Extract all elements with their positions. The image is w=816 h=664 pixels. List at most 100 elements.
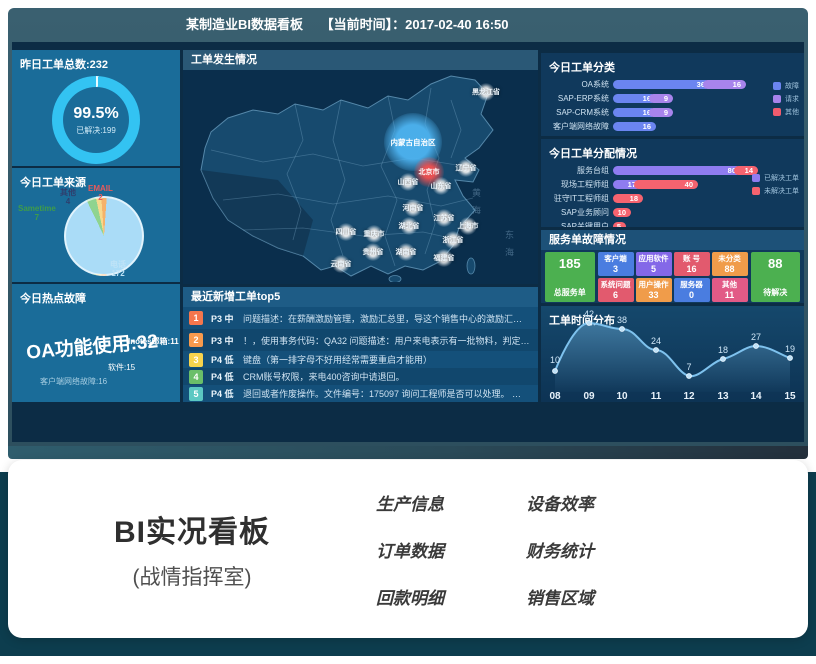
time-line-chart: 10 42 38 24 7 18 27 19 08 09 10 11 12 13… [543, 306, 802, 400]
dashboard-body: 昨日工单总数:232 99.5% 已解决:199 今日工单来源 EMAIL2 其… [12, 42, 804, 442]
svg-text:42: 42 [584, 309, 594, 319]
map-point[interactable]: 云南省 [328, 251, 354, 277]
bar-segment: 10 [613, 208, 631, 217]
card-menu: 生产信息 设备效率 订单数据 财务统计 回款明细 销售区域 [376, 490, 676, 609]
ticket-row[interactable]: 4 P4 低 CRM账号权限，来电400咨询中请退回。 [183, 368, 538, 385]
svg-text:10: 10 [550, 355, 560, 365]
panel-ticket-classify: 今日工单分类 OA系统 36 16 SAP-ERP系统 16 9 SAP-CRM… [541, 53, 804, 136]
ticket-row[interactable]: 3 P4 低 键盘（第一排字母不好用经常需要重启才能用） [183, 351, 538, 368]
x-axis-labels: 08 09 10 11 12 13 14 15 [549, 391, 796, 400]
svg-text:15: 15 [784, 391, 796, 400]
ticket-desc: 问题描述：在薪酬激励管理，激励汇总里，导这个销售中心的激励汇总，有个人（0004… [243, 312, 530, 325]
bar-row: OA系统 36 16 [541, 78, 804, 91]
sea-label-east-sea: 东 海 [503, 230, 516, 260]
card-title: BI实况看板 [8, 507, 376, 551]
ticket-desc: 键盘（第一排字母不好用经常需要重启才能用） [243, 353, 432, 366]
pie-label-sametime: Sametime7 [18, 204, 56, 222]
bar-row: 客户端网络故障 16 [541, 120, 804, 133]
legend-swatch [773, 82, 781, 90]
priority: P4 低 [203, 353, 243, 366]
map-point[interactable]: 湖北省 [396, 213, 422, 239]
menu-item-finance-stats[interactable]: 财务统计 [526, 537, 676, 562]
cloud-word: 软件:15 [108, 362, 135, 373]
ticket-row[interactable]: 5 P4 低 退回或者作废操作。文件编号：175097 询问工程师是否可以处理。… [183, 385, 538, 402]
map-point[interactable]: 四川省 [333, 219, 359, 245]
map-point[interactable]: 黑龙江省 [473, 79, 499, 105]
map-point[interactable]: 山西省 [395, 169, 421, 195]
classify-legend: 故障 请求 其他 [773, 81, 799, 120]
map-point[interactable]: 贵州省 [360, 239, 386, 265]
resolve-rate-value: 99.5% [73, 105, 118, 123]
panel-title: 今日工单分配情况 [541, 139, 804, 163]
svg-text:24: 24 [651, 336, 661, 346]
pending-tile: 88 待解决 [751, 252, 801, 302]
legend-swatch [773, 108, 781, 116]
bar-row: SAP关键用户 5 [541, 220, 804, 227]
fault-tile: 其他11 [712, 278, 748, 302]
svg-text:12: 12 [683, 391, 695, 400]
pie-label-other: 其他4 [60, 188, 76, 206]
bar-row: SAP-CRM系统 16 9 [541, 106, 804, 119]
ticket-row[interactable]: 1 P3 中 问题描述：在薪酬激励管理，激励汇总里，导这个销售中心的激励汇总，有… [183, 307, 538, 329]
bar-segment: 5 [613, 222, 626, 227]
panel-hotspot-fault: 今日热点故障 OA功能使用:32 Inotes邮箱:11 软件:15 客户端网络… [12, 284, 180, 402]
card-subtitle: (战情指挥室) [8, 561, 376, 591]
map-point[interactable]: 辽宁省 [453, 155, 479, 181]
total-service-tile: 185 总服务单 [545, 252, 595, 302]
svg-text:08: 08 [549, 391, 561, 400]
svg-text:7: 7 [686, 362, 691, 372]
panel-ticket-assign: 今日工单分配情况 服务台组 80 14 现场工程师组 17 40 驻守IT工程师… [541, 139, 804, 227]
svg-text:18: 18 [718, 345, 728, 355]
rank-badge: 1 [189, 311, 203, 325]
card-title-block: BI实况看板 (战情指挥室) [8, 507, 376, 591]
svg-text:10: 10 [616, 391, 628, 400]
current-time-label: 【当前时间】：2017-02-40 16:50 [321, 17, 509, 32]
menu-item-payment-detail[interactable]: 回款明细 [376, 584, 526, 609]
monitor-bottom-edge [8, 446, 808, 459]
bar-segment: 40 [634, 180, 698, 189]
map-point[interactable]: 湖南省 [393, 239, 419, 265]
dashboard-frame: 某制造业BI数据看板 【当前时间】：2017-02-40 16:50 昨日工单总… [8, 8, 808, 446]
panel-ticket-source: 今日工单来源 EMAIL2 其他4 Sametime7 电话172 [12, 168, 180, 282]
legend-swatch [773, 95, 781, 103]
fault-tile: 用户操作33 [636, 278, 672, 302]
menu-item-production-info[interactable]: 生产信息 [376, 490, 526, 515]
menu-item-equipment-efficiency[interactable]: 设备效率 [526, 490, 676, 515]
bar-row: 软件 15 [541, 134, 804, 136]
menu-item-order-data[interactable]: 订单数据 [376, 537, 526, 562]
fault-tile: 客户端3 [598, 252, 634, 276]
svg-text:27: 27 [751, 332, 761, 342]
bar-segment: 9 [649, 94, 673, 103]
bar-segment: 16 [613, 122, 656, 131]
panel-ticket-map: 工单发生情况 [183, 50, 538, 284]
fault-tile: 未分类88 [712, 252, 748, 276]
menu-item-sales-region[interactable]: 销售区域 [526, 584, 676, 609]
panel-title: 工单发生情况 [183, 50, 538, 70]
bi-board-card: BI实况看板 (战情指挥室) 生产信息 设备效率 订单数据 财务统计 回款明细 … [8, 460, 808, 638]
svg-text:09: 09 [583, 391, 595, 400]
rank-badge: 5 [189, 387, 203, 401]
svg-text:13: 13 [717, 391, 729, 400]
legend-swatch [752, 174, 760, 182]
ticket-row[interactable]: 2 P3 中 ！，使用事务代码：QA32 问题描述：用户来电表示有一批物料，判定… [183, 329, 538, 351]
rank-badge: 2 [189, 333, 203, 347]
panel-title: 昨日工单总数:232 [12, 50, 180, 74]
map-point[interactable]: 山东省 [428, 173, 454, 199]
ticket-desc: CRM账号权限，来电400咨询中请退回。 [243, 370, 405, 383]
bar-row: SAP业务顾问 10 [541, 206, 804, 219]
bar-segment: 18 [613, 194, 643, 203]
bar-segment: 80 [613, 166, 741, 175]
priority: P4 低 [203, 387, 243, 400]
resolved-count: 已解决:199 [76, 125, 116, 136]
panel-title: 今日热点故障 [12, 284, 180, 308]
panel-top5-tickets: 最近新增工单top5 1 P3 中 问题描述：在薪酬激励管理，激励汇总里，导这个… [183, 287, 538, 402]
svg-text:19: 19 [785, 344, 795, 354]
cloud-word: 客户端网络故障:16 [40, 376, 107, 387]
fault-tile: 系统问题6 [598, 278, 634, 302]
pie-chart [64, 196, 144, 276]
priority: P3 中 [203, 334, 243, 347]
panel-title: 服务单故障情况 [541, 230, 804, 250]
map-point[interactable]: 福建省 [431, 245, 457, 271]
ticket-desc: ！，使用事务代码：QA32 问题描述：用户来电表示有一批物料，判定为不合格，在S… [243, 334, 530, 347]
assign-legend: 已解决工单 未解决工单 [752, 173, 799, 199]
